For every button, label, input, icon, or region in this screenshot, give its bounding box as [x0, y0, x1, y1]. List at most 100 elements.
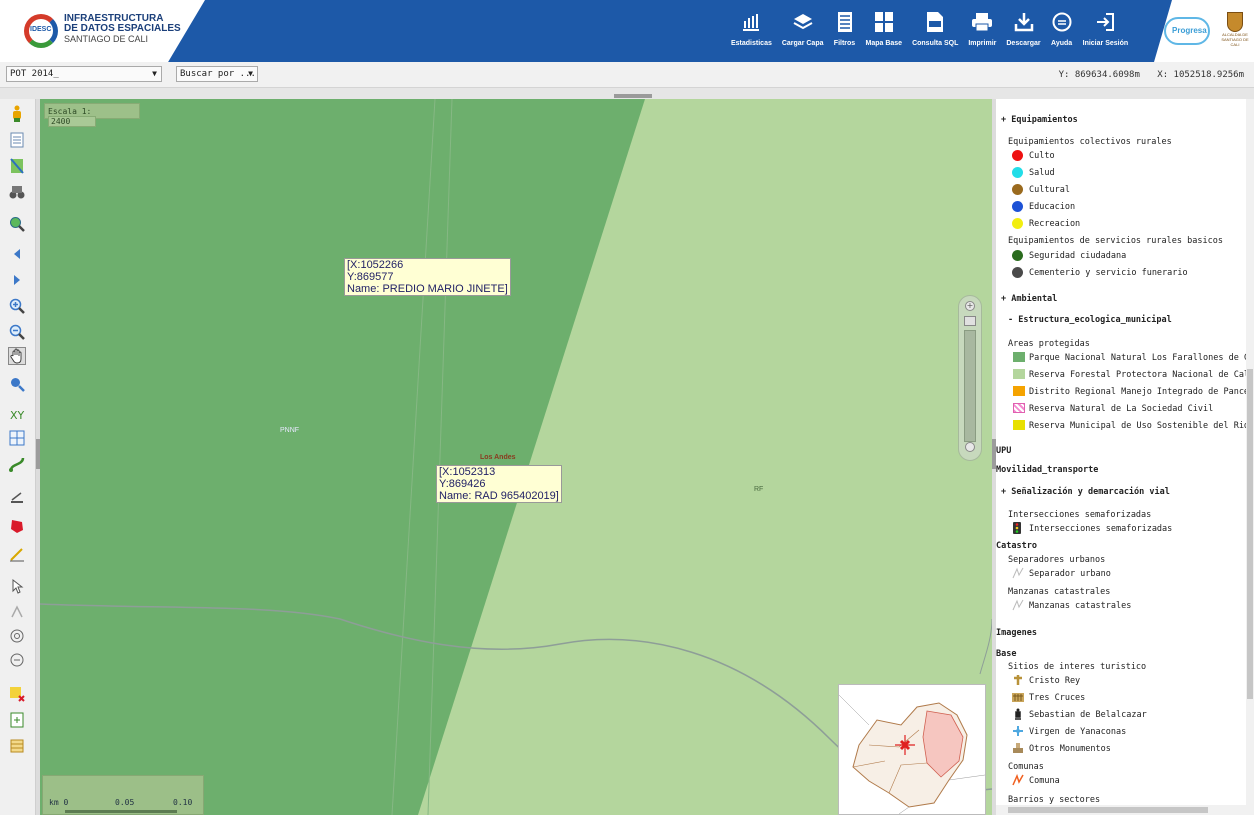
legend-catastro[interactable]: Catastro [996, 541, 1037, 551]
legend-dot-educacion [1012, 201, 1023, 212]
search-by-select[interactable]: Buscar por ... ▼ [176, 66, 258, 82]
pegman-icon [13, 105, 21, 122]
clear-circle-icon [10, 653, 24, 667]
sql-query-button[interactable]: Consulta SQL [907, 10, 963, 56]
popup2-name: Name: RAD 965402019] [439, 490, 559, 502]
alcaldia-text: ALCALDIA DE SANTIAGO DE CALI [1221, 32, 1249, 47]
zoom-full-tool[interactable] [8, 215, 26, 233]
table-tool[interactable] [8, 737, 26, 755]
scale-bar: km 0 0.05 0.10 [42, 775, 204, 815]
zoom-slider-track[interactable] [964, 330, 976, 442]
filters-button[interactable]: Filtros [829, 10, 861, 56]
export-tool[interactable] [8, 711, 26, 729]
collapse-handle[interactable] [614, 94, 652, 98]
zoom-slider-thumb[interactable] [964, 316, 976, 326]
legend-sitios-title: Sitios de interes turistico [1008, 662, 1147, 672]
traffic-light-icon [1013, 522, 1021, 537]
identify-tool[interactable] [8, 375, 26, 393]
legend-movilidad[interactable]: Movilidad_transporte [996, 465, 1098, 475]
statistics-label: Estadisticas [731, 40, 772, 47]
legend-tool[interactable] [8, 131, 26, 149]
feature-popup-1[interactable]: [X:1052266 Y:869577 Name: PREDIO MARIO J… [344, 258, 511, 296]
pan-tool[interactable] [8, 347, 26, 365]
coordinates-tool[interactable]: XY [8, 405, 26, 423]
pot-select[interactable]: POT 2014_ ▼ [6, 66, 162, 82]
help-label: Ayuda [1051, 40, 1073, 47]
arrow-left-icon [14, 249, 20, 259]
alcaldia-logo: ALCALDIA DE SANTIAGO DE CALI [1220, 12, 1250, 50]
legend-vertical-scrollbar[interactable] [1246, 99, 1254, 805]
xy-icon: XY [10, 409, 25, 422]
legend-scroll-thumb[interactable] [1247, 369, 1253, 699]
basemap-icon [873, 10, 895, 34]
legend-item-cementerio: Cementerio y servicio funerario [1029, 268, 1188, 278]
layers-tool[interactable] [8, 157, 26, 175]
load-layer-button[interactable]: Cargar Capa [777, 10, 829, 56]
print-button[interactable]: Imprimir [963, 10, 1001, 56]
route-tool[interactable] [8, 455, 26, 473]
legend-upu[interactable]: UPU [996, 446, 1011, 456]
legend-item-parque: Parque Nacional Natural Los Farallones d… [1029, 353, 1254, 363]
zoom-out-icon [9, 324, 25, 340]
legend-ambiental-toggle[interactable]: + Ambiental [1001, 294, 1057, 304]
logo-text: INFRAESTRUCTURA DE DATOS ESPACIALES SANT… [64, 14, 181, 45]
printer-icon [971, 10, 993, 34]
globe-zoom-icon [10, 217, 25, 232]
legend-item-otros: Otros Monumentos [1029, 744, 1111, 754]
legend-areas-title: Areas protegidas [1008, 339, 1090, 349]
legend-dot-seguridad [1012, 250, 1023, 261]
legend-item-culto: Culto [1029, 151, 1055, 161]
scalebar-mid: 0.05 [115, 798, 135, 807]
street-view-tool[interactable] [8, 105, 26, 123]
edit-vertex-tool[interactable] [8, 603, 26, 621]
legend-item-educacion: Educacion [1029, 202, 1076, 212]
legend-barrios-title: Barrios y sectores [1008, 795, 1101, 805]
chevron-down-icon: ▼ [248, 69, 253, 78]
overview-map[interactable] [838, 684, 986, 815]
measure-tool[interactable] [8, 183, 26, 201]
coord-x: X: 1052518.9256m [1157, 70, 1244, 80]
buffer-icon [10, 629, 24, 643]
legend-servicios-title: Equipamientos de servicios rurales basic… [1008, 236, 1223, 246]
legend-senalizacion-toggle[interactable]: + Señalización y demarcación vial [1001, 487, 1170, 497]
buffer-tool[interactable] [8, 627, 26, 645]
previous-extent-tool[interactable] [8, 245, 26, 263]
legend-horizontal-scrollbar[interactable] [996, 805, 1254, 815]
download-icon [1013, 10, 1035, 34]
zoom-out-tool[interactable] [8, 323, 26, 341]
draw-line-tool[interactable] [8, 545, 26, 563]
feature-popup-2[interactable]: [X:1052313 Y:869426 Name: RAD 965402019] [436, 465, 562, 503]
scale-input[interactable] [48, 116, 96, 127]
measure-area-tool[interactable] [8, 517, 26, 535]
progresa-logo: Progresa [1164, 17, 1210, 45]
legend-hscroll-thumb[interactable] [1008, 807, 1208, 813]
grid-tool[interactable] [8, 429, 26, 447]
chevron-down-icon: ▼ [152, 69, 157, 78]
clear-selection-tool[interactable] [8, 651, 26, 669]
legend-base[interactable]: Base [996, 649, 1016, 659]
zoom-out-slider-button[interactable] [965, 442, 975, 452]
download-button[interactable]: Descargar [1001, 10, 1045, 56]
idesc-logo-icon[interactable]: IDESC [24, 14, 58, 48]
basemap-label: Mapa Base [865, 40, 903, 47]
filter-icon [834, 10, 856, 34]
legend-estructura-toggle[interactable]: - Estructura_ecologica_municipal [1008, 315, 1172, 325]
legend-equipamientos-toggle[interactable]: + Equipamientos [1001, 115, 1078, 125]
scale-control: Escala 1: [44, 103, 140, 127]
help-button[interactable]: Ayuda [1046, 10, 1078, 56]
zoom-in-slider-button[interactable]: + [965, 301, 975, 311]
map-canvas[interactable]: Escala 1: [X:1052266 Y:869577 Name: PRED… [40, 99, 992, 815]
select-tool[interactable] [8, 577, 26, 595]
popup1-y: Y:869577 [347, 271, 394, 283]
legend-item-reserva-melendez: Reserva Municipal de Uso Sostenible del … [1029, 421, 1254, 431]
delete-tool[interactable] [8, 685, 26, 703]
measure-line-tool[interactable] [8, 489, 26, 507]
login-button[interactable]: Iniciar Sesión [1078, 10, 1134, 56]
next-extent-tool[interactable] [8, 271, 26, 289]
statistics-button[interactable]: Estadisticas [726, 10, 777, 56]
zoom-slider[interactable]: + [958, 295, 982, 461]
basemap-button[interactable]: Mapa Base [861, 10, 908, 56]
legend-imagenes[interactable]: Imagenes [996, 628, 1037, 638]
cursor-select-icon [12, 578, 24, 594]
zoom-in-tool[interactable] [8, 297, 26, 315]
